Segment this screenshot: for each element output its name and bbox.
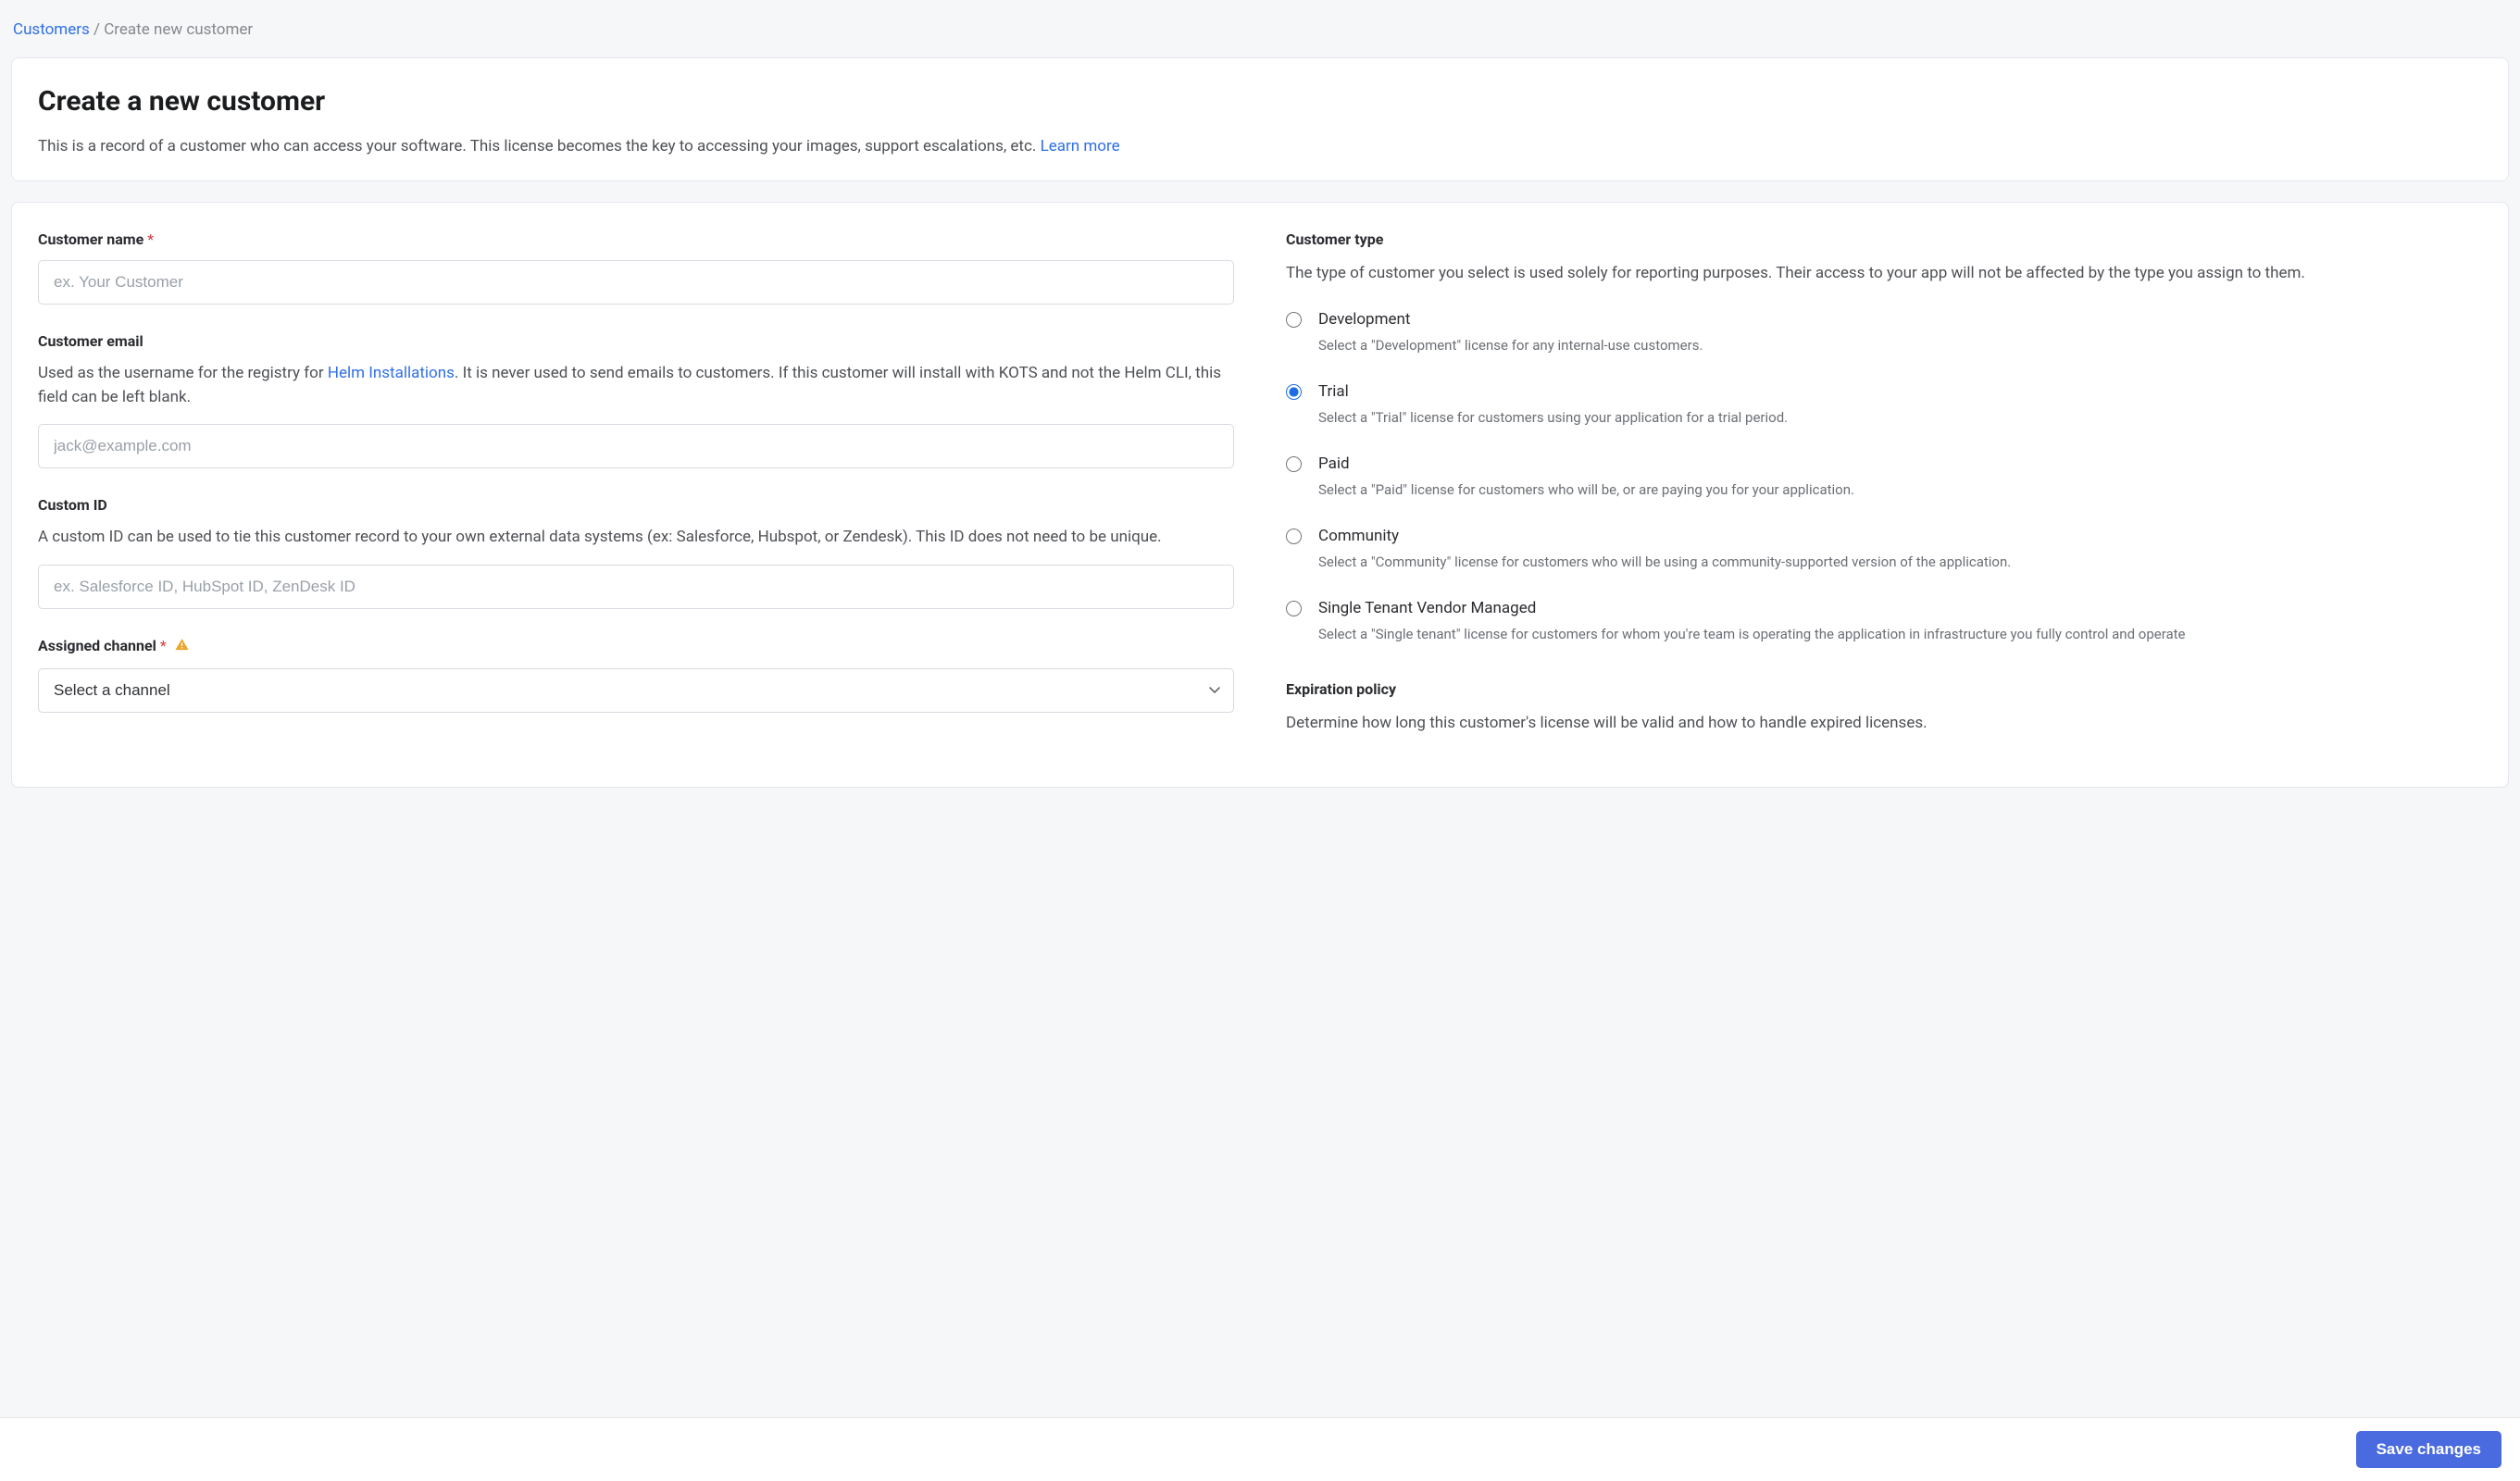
assigned-channel-select[interactable]: Select a channel (38, 668, 1234, 713)
radio-desc: Select a "Development" license for any i… (1318, 335, 2482, 356)
radio-desc: Select a "Paid" license for customers wh… (1318, 479, 2482, 501)
radio-paid[interactable] (1286, 456, 1302, 472)
customer-name-group: Customer name * (38, 229, 1234, 305)
breadcrumb-current: Create new customer (104, 20, 253, 39)
radio-title: Community (1318, 525, 2482, 549)
expiration-policy-help: Determine how long this customer's licen… (1286, 712, 2482, 736)
helm-installations-link[interactable]: Helm Installations (328, 364, 455, 382)
breadcrumb-customers-link[interactable]: Customers (13, 20, 90, 39)
radio-item-trial[interactable]: Trial Select a "Trial" license for custo… (1286, 380, 2482, 429)
radio-item-single-tenant[interactable]: Single Tenant Vendor Managed Select a "S… (1286, 597, 2482, 645)
required-asterisk: * (160, 637, 167, 654)
customer-type-label: Customer type (1286, 229, 2482, 251)
radio-item-development[interactable]: Development Select a "Development" licen… (1286, 308, 2482, 356)
radio-title: Trial (1318, 380, 2482, 404)
radio-trial[interactable] (1286, 384, 1302, 400)
radio-item-paid[interactable]: Paid Select a "Paid" license for custome… (1286, 453, 2482, 501)
radio-single-tenant[interactable] (1286, 601, 1302, 616)
custom-id-group: Custom ID A custom ID can be used to tie… (38, 494, 1234, 609)
left-column: Customer name * Customer email Used as t… (38, 229, 1234, 761)
expiration-policy-group: Expiration policy Determine how long thi… (1286, 678, 2482, 736)
radio-item-community[interactable]: Community Select a "Community" license f… (1286, 525, 2482, 573)
warning-icon (174, 637, 190, 659)
page-title: Create a new customer (38, 81, 2482, 122)
breadcrumb: Customers / Create new customer (11, 15, 2509, 57)
assigned-channel-label: Assigned channel * (38, 635, 190, 659)
save-changes-button[interactable]: Save changes (2356, 1431, 2501, 1468)
breadcrumb-separator: / (94, 20, 104, 39)
radio-desc: Select a "Community" license for custome… (1318, 552, 2482, 573)
customer-email-help: Used as the username for the registry fo… (38, 362, 1234, 409)
customer-type-help: The type of customer you select is used … (1286, 262, 2482, 286)
customer-type-group: Customer type The type of customer you s… (1286, 229, 2482, 645)
radio-development[interactable] (1286, 312, 1302, 328)
expiration-policy-label: Expiration policy (1286, 678, 2482, 701)
radio-title: Single Tenant Vendor Managed (1318, 597, 2482, 621)
learn-more-link[interactable]: Learn more (1041, 137, 1120, 156)
customer-email-label: Customer email (38, 330, 143, 353)
customer-name-input[interactable] (38, 260, 1234, 305)
radio-desc: Select a "Trial" license for customers u… (1318, 407, 2482, 429)
assigned-channel-group: Assigned channel * Select a channel (38, 635, 1234, 713)
radio-desc: Select a "Single tenant" license for cus… (1318, 624, 2482, 645)
footer-bar: Save changes (0, 1417, 2520, 1481)
right-column: Customer type The type of customer you s… (1286, 229, 2482, 761)
required-asterisk: * (147, 230, 154, 248)
customer-email-input[interactable] (38, 424, 1234, 468)
radio-title: Paid (1318, 453, 2482, 477)
custom-id-input[interactable] (38, 565, 1234, 609)
customer-email-group: Customer email Used as the username for … (38, 330, 1234, 468)
custom-id-help: A custom ID can be used to tie this cust… (38, 526, 1234, 550)
custom-id-label: Custom ID (38, 494, 107, 516)
header-card: Create a new customer This is a record o… (11, 57, 2509, 182)
radio-title: Development (1318, 308, 2482, 332)
customer-name-label: Customer name * (38, 229, 154, 251)
customer-type-radio-group: Development Select a "Development" licen… (1286, 308, 2482, 645)
form-card: Customer name * Customer email Used as t… (11, 202, 2509, 788)
radio-community[interactable] (1286, 529, 1302, 544)
page-subtitle: This is a record of a customer who can a… (38, 135, 2482, 159)
